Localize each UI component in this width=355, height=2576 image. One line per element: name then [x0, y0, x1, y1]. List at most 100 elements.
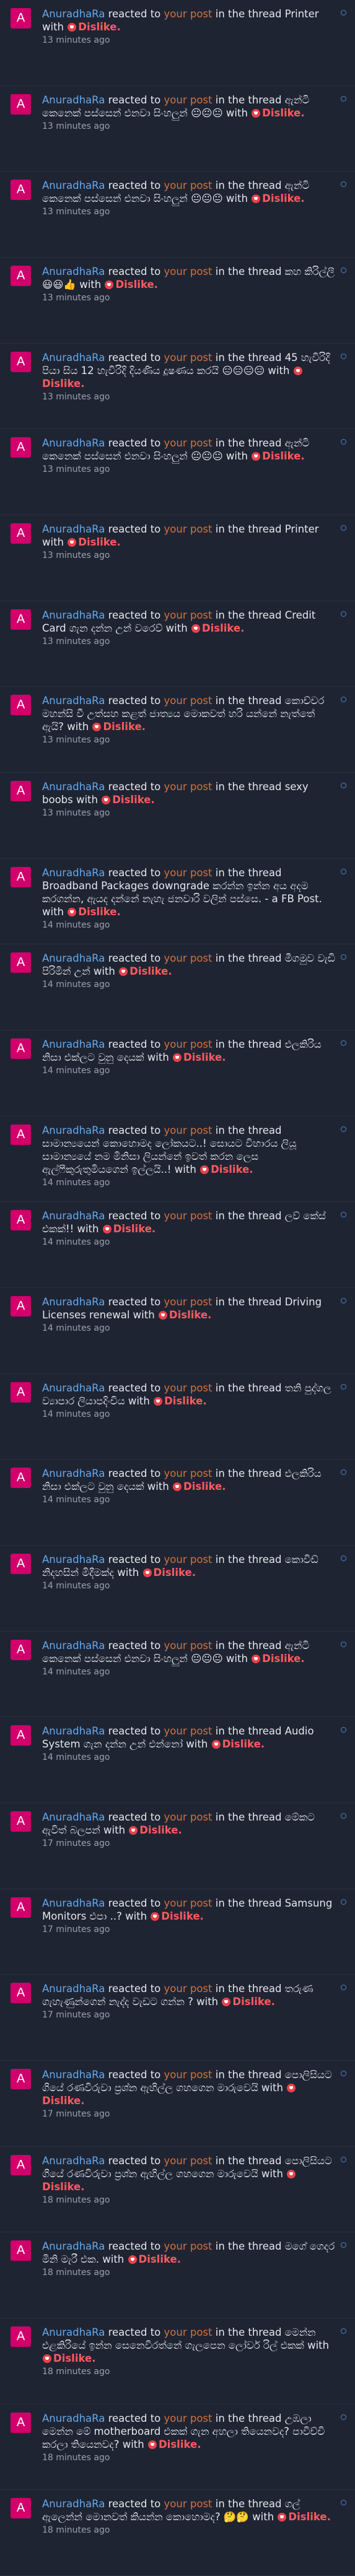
username-link[interactable]: AnuradhaRa	[42, 2155, 105, 2167]
mark-read-toggle[interactable]	[341, 1985, 346, 1991]
mark-read-toggle[interactable]	[341, 1383, 346, 1390]
alert-item[interactable]: A AnuradhaRa reacted to your post in the …	[0, 944, 355, 1031]
avatar[interactable]: A	[11, 2498, 31, 2519]
mark-read-toggle[interactable]	[341, 2414, 346, 2420]
alert-item[interactable]: A AnuradhaRa reacted to your post in the …	[0, 1373, 355, 1460]
mark-read-toggle[interactable]	[341, 1126, 346, 1132]
alert-item[interactable]: A AnuradhaRa reacted to your post in the …	[0, 1288, 355, 1374]
thread-link[interactable]: Printer	[285, 8, 319, 20]
avatar[interactable]: A	[11, 1210, 31, 1231]
alert-item[interactable]: A AnuradhaRa reacted to your post in the …	[0, 1631, 355, 1718]
mark-read-toggle[interactable]	[341, 2242, 346, 2248]
alert-item[interactable]: A AnuradhaRa reacted to your post in the …	[0, 2318, 355, 2404]
post-link[interactable]: your post	[164, 2069, 213, 2081]
post-link[interactable]: your post	[164, 180, 213, 191]
username-link[interactable]: AnuradhaRa	[42, 2413, 105, 2424]
post-link[interactable]: your post	[164, 695, 213, 707]
username-link[interactable]: AnuradhaRa	[42, 352, 105, 363]
post-link[interactable]: your post	[164, 1640, 213, 1651]
username-link[interactable]: AnuradhaRa	[42, 437, 105, 449]
post-link[interactable]: your post	[164, 523, 213, 535]
alert-item[interactable]: A AnuradhaRa reacted to your post in the …	[0, 429, 355, 516]
mark-read-toggle[interactable]	[341, 1040, 346, 1046]
alert-item[interactable]: A AnuradhaRa reacted to your post in the …	[0, 1803, 355, 1889]
username-link[interactable]: AnuradhaRa	[42, 1296, 105, 1308]
alert-item[interactable]: A AnuradhaRa reacted to your post in the …	[0, 2490, 355, 2576]
username-link[interactable]: AnuradhaRa	[42, 1554, 105, 1565]
username-link[interactable]: AnuradhaRa	[42, 781, 105, 793]
avatar[interactable]: A	[11, 1725, 31, 1746]
username-link[interactable]: AnuradhaRa	[42, 1210, 105, 1222]
avatar[interactable]: A	[11, 781, 31, 802]
mark-read-toggle[interactable]	[341, 1727, 346, 1733]
username-link[interactable]: AnuradhaRa	[42, 1983, 105, 1995]
alert-item[interactable]: A AnuradhaRa reacted to your post in the …	[0, 1717, 355, 1804]
post-link[interactable]: your post	[164, 1554, 213, 1565]
post-link[interactable]: your post	[164, 1038, 213, 1050]
post-link[interactable]: your post	[164, 8, 213, 20]
thread-link[interactable]: Printer	[285, 523, 319, 535]
post-link[interactable]: your post	[164, 1725, 213, 1737]
post-link[interactable]: your post	[164, 1897, 213, 1909]
avatar[interactable]: A	[11, 866, 31, 887]
alert-item[interactable]: A AnuradhaRa reacted to your post in the …	[0, 687, 355, 773]
alert-item[interactable]: A AnuradhaRa reacted to your post in the …	[0, 2061, 355, 2147]
alert-item[interactable]: A AnuradhaRa reacted to your post in the …	[0, 2404, 355, 2491]
username-link[interactable]: AnuradhaRa	[42, 1125, 105, 1136]
avatar[interactable]: A	[11, 1983, 31, 2004]
avatar[interactable]: A	[11, 2412, 31, 2433]
post-link[interactable]: your post	[164, 609, 213, 621]
username-link[interactable]: AnuradhaRa	[42, 1640, 105, 1651]
username-link[interactable]: AnuradhaRa	[42, 2498, 105, 2510]
post-link[interactable]: your post	[164, 952, 213, 964]
alert-item[interactable]: A AnuradhaRa reacted to your post in the …	[0, 1889, 355, 1975]
post-link[interactable]: your post	[164, 437, 213, 449]
post-link[interactable]: your post	[164, 867, 213, 879]
post-link[interactable]: your post	[164, 2155, 213, 2167]
avatar[interactable]: A	[11, 1639, 31, 1660]
post-link[interactable]: your post	[164, 1210, 213, 1222]
username-link[interactable]: AnuradhaRa	[42, 8, 105, 20]
mark-read-toggle[interactable]	[341, 95, 346, 102]
alert-item[interactable]: A AnuradhaRa reacted to your post in the …	[0, 858, 355, 945]
username-link[interactable]: AnuradhaRa	[42, 609, 105, 621]
alert-item[interactable]: A AnuradhaRa reacted to your post in the …	[0, 1975, 355, 2061]
username-link[interactable]: AnuradhaRa	[42, 94, 105, 106]
username-link[interactable]: AnuradhaRa	[42, 523, 105, 535]
mark-read-toggle[interactable]	[341, 525, 346, 531]
username-link[interactable]: AnuradhaRa	[42, 952, 105, 964]
alert-item[interactable]: A AnuradhaRa reacted to your post in the …	[0, 172, 355, 258]
avatar[interactable]: A	[11, 8, 31, 28]
username-link[interactable]: AnuradhaRa	[42, 180, 105, 191]
alert-item[interactable]: A AnuradhaRa reacted to your post in the …	[0, 85, 355, 172]
username-link[interactable]: AnuradhaRa	[42, 1725, 105, 1737]
mark-read-toggle[interactable]	[341, 1212, 346, 1218]
alert-item[interactable]: A AnuradhaRa reacted to your post in the …	[0, 1030, 355, 1116]
avatar[interactable]: A	[11, 609, 31, 630]
avatar[interactable]: A	[11, 1811, 31, 1832]
thread-link[interactable]: Broadband Packages downgrade කරන්න ඉන්න …	[42, 880, 322, 905]
username-link[interactable]: AnuradhaRa	[42, 1382, 105, 1394]
post-link[interactable]: your post	[164, 1296, 213, 1308]
alert-item[interactable]: A AnuradhaRa reacted to your post in the …	[0, 773, 355, 859]
mark-read-toggle[interactable]	[341, 954, 346, 960]
alert-item[interactable]: A AnuradhaRa reacted to your post in the …	[0, 515, 355, 601]
mark-read-toggle[interactable]	[341, 1813, 346, 1819]
post-link[interactable]: your post	[164, 94, 213, 106]
alert-item[interactable]: A AnuradhaRa reacted to your post in the …	[0, 601, 355, 687]
mark-read-toggle[interactable]	[341, 353, 346, 359]
thread-link[interactable]: සාමාන්‍යයෙන් කොහොමද ලෝකයට..! සොයට විහාරය…	[42, 1138, 296, 1175]
alert-item[interactable]: A AnuradhaRa reacted to your post in the …	[0, 0, 355, 86]
username-link[interactable]: AnuradhaRa	[42, 1468, 105, 1479]
post-link[interactable]: your post	[164, 2326, 213, 2338]
avatar[interactable]: A	[11, 523, 31, 544]
post-link[interactable]: your post	[164, 2240, 213, 2252]
mark-read-toggle[interactable]	[341, 868, 346, 874]
mark-read-toggle[interactable]	[341, 1469, 346, 1476]
post-link[interactable]: your post	[164, 2413, 213, 2424]
avatar[interactable]: A	[11, 2240, 31, 2261]
avatar[interactable]: A	[11, 351, 31, 372]
username-link[interactable]: AnuradhaRa	[42, 2326, 105, 2338]
avatar[interactable]: A	[11, 1468, 31, 1489]
post-link[interactable]: your post	[164, 1382, 213, 1394]
